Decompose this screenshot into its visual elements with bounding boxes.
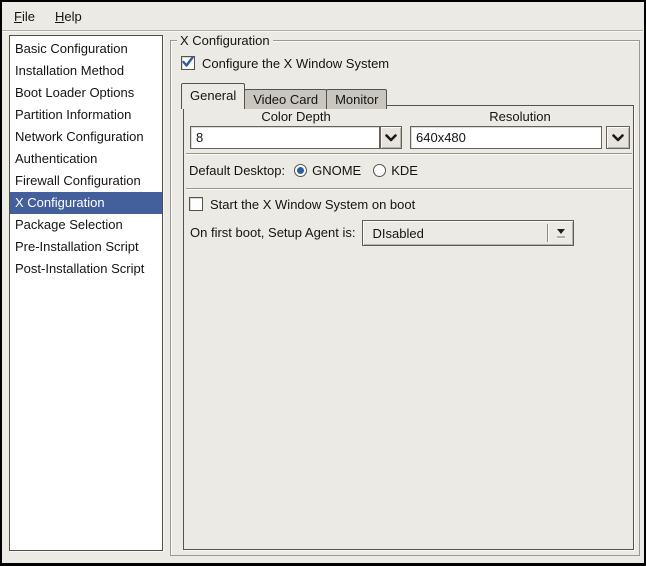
sidebar-item-installation-method[interactable]: Installation Method [10, 60, 162, 82]
start-x-on-boot-checkbox[interactable]: Start the X Window System on boot [189, 196, 415, 212]
start-x-on-boot-label: Start the X Window System on boot [210, 197, 415, 212]
menubar: File Help [2, 2, 643, 31]
setup-agent-row: On first boot, Setup Agent is: DIsabled [190, 220, 574, 246]
sidebar-item-network-configuration[interactable]: Network Configuration [10, 126, 162, 148]
setup-agent-dropdown[interactable]: DIsabled [362, 220, 574, 246]
configure-x-checkbox[interactable]: Configure the X Window System [181, 55, 389, 71]
sidebar-item-pre-installation-script[interactable]: Pre-Installation Script [10, 236, 162, 258]
default-desktop-label: Default Desktop: [189, 163, 285, 178]
sidebar-item-basic-configuration[interactable]: Basic Configuration [10, 38, 162, 60]
frame-title: X Configuration [177, 33, 273, 48]
sidebar-item-package-selection[interactable]: Package Selection [10, 214, 162, 236]
kickstart-configurator-window: File Help Basic Configuration Installati… [0, 0, 646, 566]
resolution-dropdown-button[interactable] [606, 126, 630, 149]
setup-agent-value: DIsabled [363, 226, 547, 241]
sidebar-item-authentication[interactable]: Authentication [10, 148, 162, 170]
radio-unselected-icon [373, 164, 386, 177]
kde-radio[interactable]: KDE [373, 163, 418, 178]
checkbox-unchecked-icon [189, 197, 203, 211]
configure-x-label: Configure the X Window System [202, 56, 389, 71]
tab-monitor[interactable]: Monitor [326, 89, 387, 109]
tab-general[interactable]: General [181, 83, 245, 109]
color-depth-input[interactable]: 8 [190, 126, 380, 149]
sidebar-item-partition-information[interactable]: Partition Information [10, 104, 162, 126]
menu-file[interactable]: File [4, 5, 45, 28]
gnome-radio-label: GNOME [312, 163, 361, 178]
menu-file-label-rest: ile [22, 9, 35, 24]
separator [186, 153, 632, 155]
color-depth-dropdown-button[interactable] [380, 126, 402, 149]
menu-help-label: H [55, 9, 64, 24]
resolution-label: Resolution [410, 109, 630, 124]
x-config-tabs: General Video Card Monitor [181, 83, 386, 109]
menu-help[interactable]: Help [45, 5, 92, 28]
checkbox-checked-icon [181, 56, 195, 70]
color-depth-label: Color Depth [190, 109, 402, 124]
kde-radio-label: KDE [391, 163, 418, 178]
general-tab-panel: Color Depth Resolution 8 640x480 Default… [183, 105, 634, 550]
separator [186, 188, 632, 190]
default-desktop-row: Default Desktop: GNOME KDE [189, 162, 430, 179]
radio-selected-icon [294, 164, 307, 177]
tab-video-card[interactable]: Video Card [244, 89, 327, 109]
dropdown-arrow-icon [549, 229, 573, 238]
sidebar-item-post-installation-script[interactable]: Post-Installation Script [10, 258, 162, 280]
sidebar-item-boot-loader-options[interactable]: Boot Loader Options [10, 82, 162, 104]
sidebar-item-x-configuration[interactable]: X Configuration [10, 192, 162, 214]
gnome-radio[interactable]: GNOME [294, 163, 361, 178]
chevron-down-icon [612, 134, 624, 142]
sidebar-item-firewall-configuration[interactable]: Firewall Configuration [10, 170, 162, 192]
section-list: Basic Configuration Installation Method … [9, 35, 163, 551]
chevron-down-icon [385, 134, 397, 142]
resolution-input[interactable]: 640x480 [410, 126, 602, 149]
setup-agent-label: On first boot, Setup Agent is: [190, 220, 355, 246]
menu-help-label-rest: elp [64, 9, 81, 24]
menu-file-label: F [14, 9, 22, 24]
